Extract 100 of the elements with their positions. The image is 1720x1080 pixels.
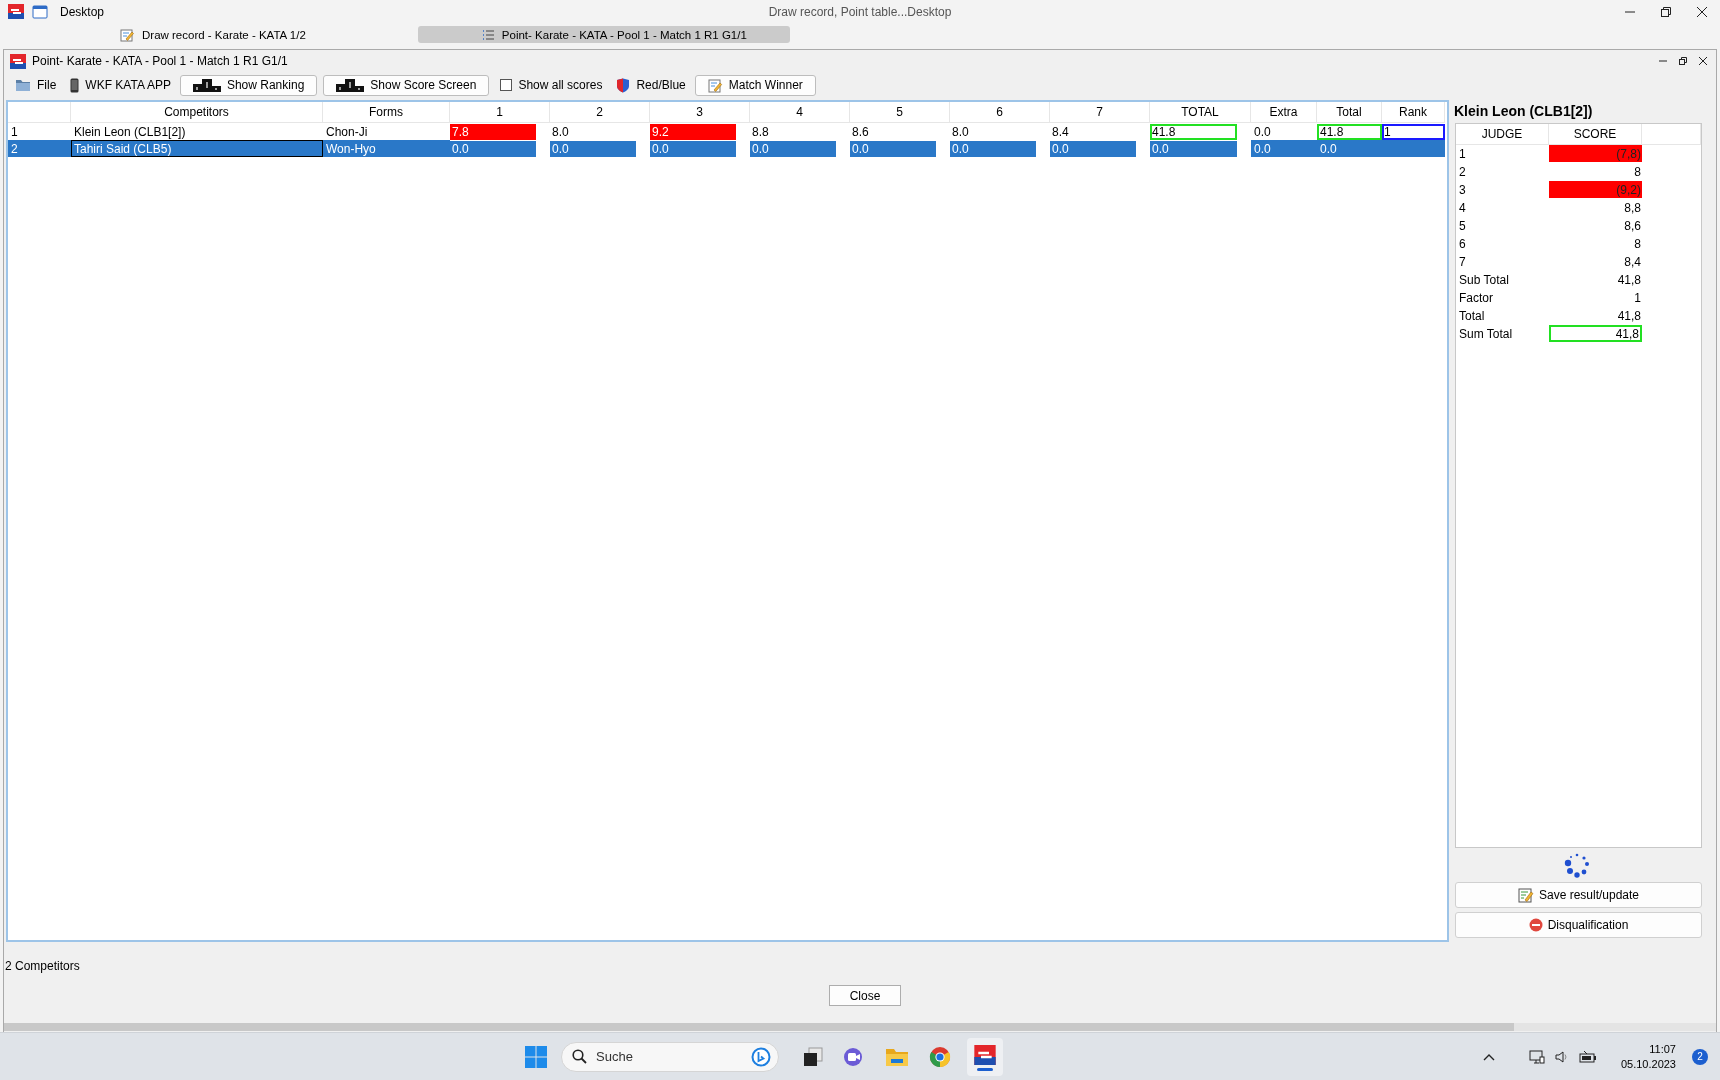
- table-cell: 0.0: [1251, 140, 1317, 157]
- close-icon[interactable]: [1696, 5, 1708, 18]
- disqualify-button[interactable]: Disqualification: [1455, 912, 1702, 938]
- notification-badge[interactable]: 2: [1692, 1048, 1708, 1065]
- judge-score: 8: [1633, 163, 1642, 180]
- column-header[interactable]: Total: [1317, 102, 1382, 123]
- summary-value: 41,8: [1616, 307, 1642, 324]
- show-all-scores-checkbox[interactable]: Show all scores: [495, 73, 608, 97]
- score-cell: 0.0: [650, 140, 736, 157]
- menu-item[interactable]: Red/Blue: [611, 74, 691, 96]
- column-header[interactable]: 1: [450, 102, 550, 123]
- horizontal-scrollbar[interactable]: [4, 1023, 1716, 1031]
- folder-icon[interactable]: [885, 1046, 909, 1067]
- phone-icon: [70, 77, 80, 93]
- start-icon[interactable]: [525, 1045, 547, 1068]
- score-cell-text: 8.0: [951, 123, 970, 140]
- judge-label: 4: [1458, 200, 1467, 217]
- score-cell: 0.0: [450, 140, 536, 157]
- table-cell: 2: [8, 140, 71, 157]
- video-chat-icon[interactable]: [843, 1046, 865, 1067]
- clock[interactable]: 11:07 05.10.2023: [1620, 1041, 1676, 1072]
- window-title: Point- Karate - KATA - Pool 1 - Match 1 R1 G1/1: [32, 54, 288, 68]
- list-icon: [481, 28, 494, 41]
- taskbar-app-button[interactable]: [967, 1037, 1003, 1076]
- menu-item[interactable]: File: [10, 74, 62, 96]
- column-header[interactable]: Extra: [1251, 102, 1317, 123]
- column-header[interactable]: 2: [550, 102, 650, 123]
- summary-label: Total: [1458, 308, 1486, 325]
- total-cell: 0.0: [1150, 140, 1237, 157]
- podium-icon: [336, 78, 365, 92]
- score-cell: 9.2: [650, 123, 736, 140]
- header-cell: [8, 102, 71, 123]
- panel-title: Klein Leon (CLB1[2]): [1453, 102, 1594, 121]
- column-header[interactable]: 3: [650, 102, 750, 123]
- judge-score: 8,8: [1623, 199, 1642, 216]
- score-cell-text: 8.4: [1051, 123, 1070, 140]
- column-header[interactable]: 7: [1050, 102, 1150, 123]
- judge-score: 8,6: [1623, 217, 1642, 234]
- judge-label: 5: [1458, 218, 1467, 235]
- table-cell-text: Chon-Ji: [325, 123, 369, 140]
- score-cell: 0.0: [750, 140, 836, 157]
- note-pencil-icon: [1517, 887, 1534, 903]
- table-cell: Tahiri Said (CLB5): [71, 140, 323, 157]
- table-cell-text: 0.0: [1253, 123, 1272, 140]
- judge-label: 1: [1458, 146, 1467, 163]
- summary-value: 1: [1633, 289, 1642, 306]
- note-pencil-icon: [707, 77, 723, 93]
- score-cell: 0.0: [850, 140, 936, 157]
- window-stack-icon[interactable]: [803, 1046, 823, 1067]
- app-logo-icon: [8, 4, 24, 19]
- column-header[interactable]: 5: [850, 102, 950, 123]
- speaker-icon[interactable]: [1554, 1049, 1569, 1064]
- column-header[interactable]: JUDGE: [1456, 124, 1549, 145]
- search-icon: [572, 1048, 587, 1064]
- column-header[interactable]: TOTAL: [1150, 102, 1251, 123]
- toolbar-button[interactable]: Show Score Screen: [323, 74, 490, 96]
- judge-score: (7,8): [1549, 145, 1642, 162]
- summary-value: 41,8: [1549, 325, 1642, 342]
- judge-label: 3: [1458, 182, 1467, 199]
- app-logo-icon: [10, 53, 26, 69]
- column-header[interactable]: Forms: [323, 102, 450, 123]
- column-header[interactable]: Competitors: [71, 102, 323, 123]
- close-button[interactable]: Close: [829, 985, 901, 1006]
- monitor-icon[interactable]: [1528, 1048, 1545, 1065]
- window-icon: [32, 4, 48, 19]
- app-logo-icon: [974, 1044, 996, 1065]
- score-cell: 0.0: [550, 140, 636, 157]
- column-header[interactable]: 6: [950, 102, 1050, 123]
- judge-score: 8: [1633, 235, 1642, 252]
- score-cell: 0.0: [1050, 140, 1136, 157]
- table-cell: Won-Hyo: [323, 140, 450, 157]
- folder-icon: [15, 78, 31, 92]
- save-button[interactable]: Save result/update: [1455, 882, 1702, 908]
- menu-item[interactable]: WKF KATA APP: [65, 74, 176, 96]
- column-header[interactable]: Rank: [1382, 102, 1445, 123]
- desktop-title: Desktop: [60, 4, 105, 19]
- score-cell: 0.0: [950, 140, 1036, 157]
- browser-icon[interactable]: [929, 1045, 951, 1068]
- close-icon[interactable]: [1698, 56, 1708, 66]
- judge-score: 8,4: [1623, 253, 1642, 270]
- toolbar-button[interactable]: Show Ranking: [179, 74, 318, 96]
- restore-icon[interactable]: [1678, 56, 1688, 66]
- summary-label: Factor: [1458, 290, 1494, 307]
- search-field[interactable]: Suche: [561, 1041, 779, 1072]
- document-tab[interactable]: Point- Karate - KATA - Pool 1 - Match 1 R1 G1/1: [417, 26, 790, 43]
- score-cell: 7.8: [450, 123, 536, 140]
- table-cell: 1: [1382, 123, 1445, 140]
- summary-label: Sum Total: [1458, 326, 1514, 343]
- restore-icon[interactable]: [1660, 5, 1672, 18]
- score-cell-text: 8.8: [751, 123, 770, 140]
- chevron-up-icon[interactable]: [1482, 1052, 1495, 1061]
- table-cell-text: Klein Leon (CLB1[2]): [73, 123, 187, 140]
- toolbar-button[interactable]: Match Winner: [694, 74, 816, 96]
- window-caption: Draw record, Point table...Desktop: [768, 4, 952, 19]
- judge-score: (9,2): [1549, 181, 1642, 198]
- battery-icon[interactable]: [1578, 1049, 1597, 1064]
- column-header[interactable]: 4: [750, 102, 850, 123]
- judge-label: 2: [1458, 164, 1467, 181]
- document-tab[interactable]: Draw record - Karate - KATA 1/2: [108, 26, 318, 43]
- score-cell-text: 8.0: [551, 123, 570, 140]
